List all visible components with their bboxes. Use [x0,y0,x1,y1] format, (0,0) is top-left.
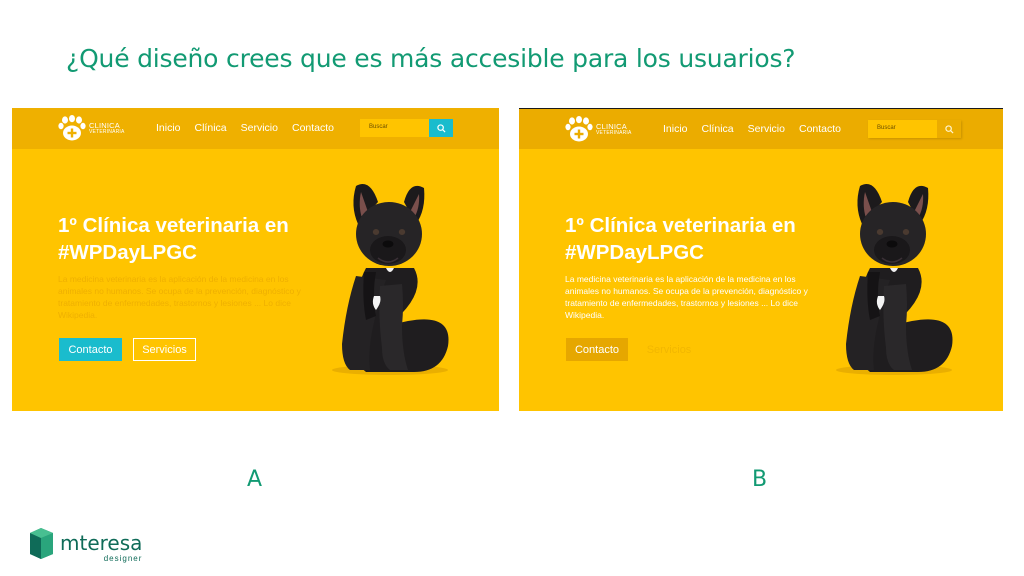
mockup-navbar: CLINICA VETERINARIA Inicio Clínica Servi… [519,108,1003,149]
nav-item-clinica[interactable]: Clínica [702,123,734,135]
mockup-label-b: B [752,467,768,492]
nav-item-servicio[interactable]: Servicio [748,123,785,135]
cube-logo-icon [30,528,53,559]
nav-item-inicio[interactable]: Inicio [156,122,181,134]
logo-line2: VETERINARIA [596,130,632,137]
search-input[interactable]: Buscar [868,120,937,138]
hero-title: 1º Clínica veterinaria en #WPDayLPGC [565,214,796,264]
logo-line1: CLINICA [596,121,627,131]
search-button[interactable] [937,120,961,138]
search-button[interactable] [429,119,453,137]
search-box: Buscar [360,119,453,137]
brand-name: mteresa [60,531,143,555]
nav-menu: Inicio Clínica Servicio Contacto [663,123,855,135]
nav-item-clinica[interactable]: Clínica [195,122,227,134]
question-heading: ¿Qué diseño crees que es más accesible p… [66,44,796,73]
contact-button[interactable]: Contacto [59,338,122,361]
search-icon [436,123,446,133]
logo-line1: CLINICA [89,120,120,130]
hero-description: La medicina veterinaria es la aplicación… [565,274,808,320]
brand-logo: mteresa designer [28,527,142,563]
nav-menu: Inicio Clínica Servicio Contacto [156,122,348,134]
paw-cross-icon [565,116,593,142]
search-icon [944,124,954,134]
paw-cross-icon [58,115,86,141]
services-button[interactable]: Servicios [637,338,701,361]
clinic-logo[interactable]: CLINICA VETERINARIA [565,116,632,143]
nav-item-contacto[interactable]: Contacto [799,123,841,135]
hero-title: 1º Clínica veterinaria en #WPDayLPGC [58,214,289,264]
mockup-b: CLINICA VETERINARIA Inicio Clínica Servi… [519,108,1003,411]
nav-item-inicio[interactable]: Inicio [663,123,688,135]
services-button[interactable]: Servicios [133,338,196,361]
hero-description: La medicina veterinaria es la aplicación… [58,274,301,320]
mockup-navbar: CLINICA VETERINARIA Inicio Clínica Servi… [12,108,499,149]
dog-image [836,184,953,375]
brand-subtitle: designer [103,554,143,563]
nav-item-contacto[interactable]: Contacto [292,122,334,134]
mockup-label-a: A [247,467,263,492]
nav-item-servicio[interactable]: Servicio [241,122,278,134]
search-input[interactable]: Buscar [360,119,429,137]
clinic-logo[interactable]: CLINICA VETERINARIA [58,115,125,142]
logo-line2: VETERINARIA [89,129,125,136]
search-box: Buscar [868,120,961,138]
mockup-a: CLINICA VETERINARIA Inicio Clínica Servi… [12,108,499,411]
contact-button[interactable]: Contacto [566,338,628,361]
dog-image [332,184,449,375]
